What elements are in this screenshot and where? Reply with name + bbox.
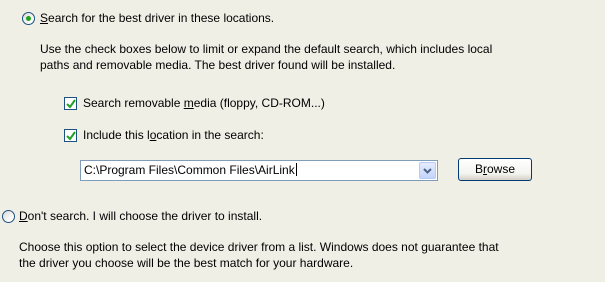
search-option-description-line2: paths and removable media. The best driv… bbox=[40, 58, 396, 72]
search-option-label[interactable]: Search for the best driver in these loca… bbox=[40, 11, 274, 26]
checkmark-icon bbox=[66, 131, 76, 141]
mnemonic: S bbox=[40, 11, 49, 25]
browse-button[interactable]: Browse bbox=[458, 158, 532, 181]
mnemonic: m bbox=[183, 96, 194, 110]
removable-media-checkbox[interactable] bbox=[64, 97, 77, 110]
dont-search-description-line2: the driver you choose will be the best m… bbox=[19, 256, 354, 270]
driver-search-panel: Search for the best driver in these loca… bbox=[0, 0, 605, 282]
removable-media-label[interactable]: Search removable media (floppy, CD-ROM..… bbox=[83, 96, 325, 111]
location-combobox[interactable]: C:\Program Files\Common Files\AirLink bbox=[80, 160, 438, 181]
search-option-description-line1: Use the check boxes below to limit or ex… bbox=[40, 42, 493, 56]
checkmark-icon bbox=[66, 99, 76, 109]
include-location-checkbox[interactable] bbox=[64, 129, 77, 142]
location-dropdown-button[interactable] bbox=[419, 162, 436, 179]
radio-selected-dot bbox=[26, 16, 31, 21]
dont-search-option-label[interactable]: Don't search. I will choose the driver t… bbox=[19, 209, 262, 224]
dont-search-description-line1: Choose this option to select the device … bbox=[19, 240, 499, 254]
mnemonic: D bbox=[19, 209, 28, 223]
location-input[interactable]: C:\Program Files\Common Files\AirLink bbox=[84, 163, 297, 178]
text-caret bbox=[295, 163, 297, 176]
chevron-down-icon bbox=[423, 168, 432, 174]
include-location-label[interactable]: Include this location in the search: bbox=[83, 128, 264, 143]
search-option-radio[interactable] bbox=[22, 12, 35, 25]
dont-search-option-radio[interactable] bbox=[2, 210, 15, 223]
